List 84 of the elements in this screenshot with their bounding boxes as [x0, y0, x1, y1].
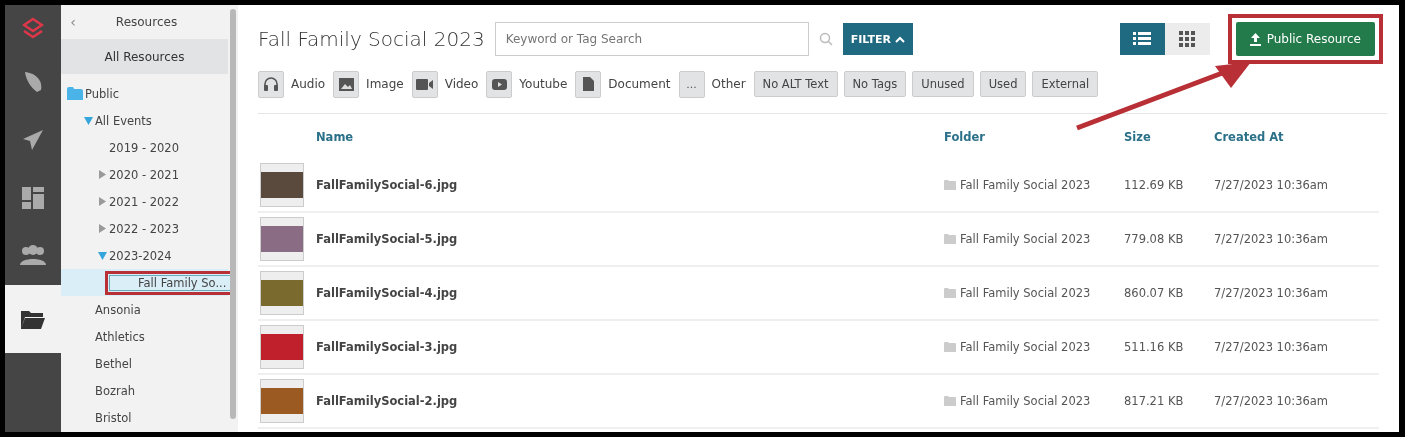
- file-size: 112.69 KB: [1124, 178, 1184, 192]
- tag-filter-button[interactable]: External: [1032, 71, 1099, 97]
- file-size: 817.21 KB: [1124, 394, 1184, 408]
- upload-button[interactable]: Public Resource: [1235, 22, 1375, 56]
- tree-item[interactable]: 2020 - 2021: [61, 161, 228, 188]
- tree-item[interactable]: 2021 - 2022: [61, 188, 228, 215]
- collapsed-caret-icon[interactable]: [98, 197, 106, 206]
- folder-icon: [944, 180, 956, 190]
- scrollbar[interactable]: [230, 9, 236, 419]
- dashboard-icon: [22, 187, 44, 209]
- video-camera-icon: [416, 78, 434, 90]
- tree-item[interactable]: 2023-2024: [61, 242, 228, 269]
- tree-item[interactable]: Bristol: [61, 404, 228, 431]
- created-date: 7/27/2023 10:36am: [1214, 394, 1328, 408]
- column-header[interactable]: Folder: [944, 129, 985, 144]
- tree-item[interactable]: All Events: [61, 107, 228, 134]
- ellipsis-icon: ...: [686, 77, 697, 91]
- folder-icon: [21, 309, 45, 329]
- search-icon[interactable]: [818, 32, 833, 46]
- sidebar-title: Resources: [114, 15, 179, 29]
- created-date: 7/27/2023 10:36am: [1214, 286, 1328, 300]
- tag-filter-button[interactable]: No Tags: [843, 71, 907, 97]
- type-filter[interactable]: Image: [333, 70, 404, 98]
- chevron-up-icon: [894, 35, 905, 43]
- tree-item[interactable]: 2022 - 2023: [61, 215, 228, 242]
- column-header[interactable]: Name: [316, 129, 354, 144]
- column-header[interactable]: Size: [1124, 129, 1151, 144]
- page-title: Fall Family Social 2023: [258, 27, 485, 51]
- upload-icon: [1249, 32, 1261, 46]
- file-name[interactable]: FallFamilySocial-2.jpg: [316, 394, 458, 408]
- tree-item[interactable]: Bethel: [61, 350, 228, 377]
- created-date: 7/27/2023 10:36am: [1214, 232, 1328, 246]
- folder-icon: [944, 288, 956, 298]
- headphones-icon: [264, 77, 278, 91]
- expanded-caret-icon[interactable]: [83, 116, 93, 125]
- paper-plane-icon: [21, 128, 45, 152]
- created-date: 7/27/2023 10:36am: [1214, 178, 1328, 192]
- created-date: 7/27/2023 10:36am: [1214, 340, 1328, 354]
- type-filter[interactable]: Youtube: [486, 70, 568, 98]
- tree-item[interactable]: Public: [61, 80, 228, 107]
- grid-view-button[interactable]: [1164, 23, 1210, 55]
- collapsed-caret-icon[interactable]: [98, 170, 106, 179]
- logo-icon: [22, 17, 44, 41]
- type-filter[interactable]: Video: [411, 70, 479, 98]
- tag-filter-button[interactable]: Unused: [912, 71, 974, 97]
- tree-item[interactable]: Athletics: [61, 323, 228, 350]
- play-icon: [491, 78, 507, 90]
- search-field[interactable]: Keyword or Tag Search: [494, 22, 809, 56]
- folder-icon: [944, 396, 956, 406]
- file-size: 511.16 KB: [1124, 340, 1184, 354]
- people-icon: [20, 245, 46, 267]
- tree-item[interactable]: Fall Family So...: [61, 269, 228, 296]
- folder-icon: [944, 234, 956, 244]
- filter-button[interactable]: FILTER: [842, 23, 913, 55]
- type-filter[interactable]: ... Other: [678, 70, 746, 98]
- file-size: 860.07 KB: [1124, 286, 1184, 300]
- type-filter[interactable]: Audio: [258, 70, 326, 98]
- grid-icon: [1179, 31, 1196, 47]
- document-icon: [582, 77, 594, 91]
- column-header[interactable]: Created At: [1214, 129, 1284, 144]
- file-size: 779.08 KB: [1124, 232, 1184, 246]
- tree-item[interactable]: Bozrah: [61, 377, 228, 404]
- file-name[interactable]: FallFamilySocial-4.jpg: [316, 286, 458, 300]
- folder-name: Fall Family Social 2023: [960, 178, 1091, 192]
- file-name[interactable]: FallFamilySocial-3.jpg: [316, 340, 458, 354]
- type-filter[interactable]: Document: [575, 70, 671, 98]
- tree-item[interactable]: Ansonia: [61, 296, 228, 323]
- tag-filter-button[interactable]: No ALT Text: [753, 71, 838, 97]
- folder-name: Fall Family Social 2023: [960, 286, 1091, 300]
- tree-item[interactable]: 2019 - 2020: [61, 134, 228, 161]
- tag-filter-button[interactable]: Used: [979, 71, 1027, 97]
- folder-name: Fall Family Social 2023: [960, 340, 1091, 354]
- all-resources-item[interactable]: All Resources: [61, 39, 228, 74]
- folder-name: Fall Family Social 2023: [960, 232, 1091, 246]
- folder-name: Fall Family Social 2023: [960, 394, 1091, 408]
- image-icon: [338, 77, 354, 91]
- list-icon: [1133, 32, 1152, 46]
- collapsed-caret-icon[interactable]: [98, 224, 106, 233]
- folder-icon: [67, 87, 83, 100]
- list-view-button[interactable]: [1119, 23, 1165, 55]
- file-name[interactable]: FallFamilySocial-6.jpg: [316, 178, 458, 192]
- expanded-caret-icon[interactable]: [97, 251, 107, 260]
- folder-icon: [944, 342, 956, 352]
- file-name[interactable]: FallFamilySocial-5.jpg: [316, 232, 458, 246]
